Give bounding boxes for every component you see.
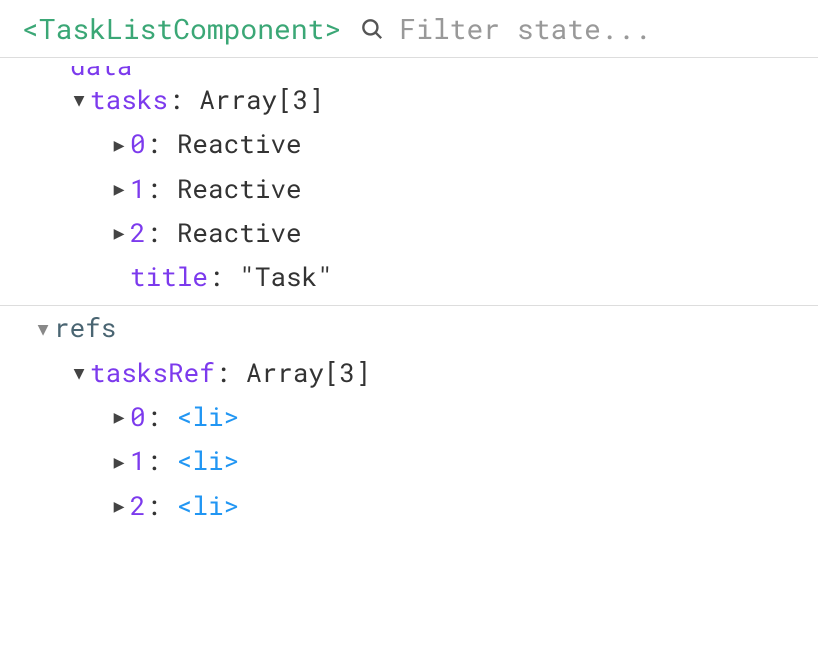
prop-key: tasksRef [90,353,215,393]
chevron-right-icon[interactable]: ▶ [108,448,130,476]
tree-row-tasks-0[interactable]: ▶ 0: Reactive [0,122,818,166]
prop-value: Reactive [177,124,302,164]
tree-row-tasksref-0[interactable]: ▶ 0: <li> [0,395,818,439]
prop-value: <li> [177,397,239,437]
tree-row-tasks-1[interactable]: ▶ 1: Reactive [0,167,818,211]
truncated-data-label: data [0,66,818,78]
prop-value: Array[3] [246,353,371,393]
tree-row-tasksref-2[interactable]: ▶ 2: <li> [0,484,818,528]
prop-value: "Task" [239,257,333,297]
chevron-right-icon[interactable]: ▶ [108,175,130,203]
chevron-down-icon[interactable]: ▼ [68,86,90,114]
prop-key: tasks [90,80,168,120]
prop-key: 0 [130,124,146,164]
state-tree: data ▼ tasks: Array[3] ▶ 0: Reactive ▶ 1… [0,58,818,649]
filter-state-input[interactable] [399,10,796,47]
prop-key: 2 [130,213,146,253]
tree-row-tasks-2[interactable]: ▶ 2: Reactive [0,211,818,255]
prop-key: title [130,257,208,297]
prop-value: Reactive [177,169,302,209]
chevron-down-icon[interactable]: ▼ [68,359,90,387]
prop-value: <li> [177,486,239,526]
tree-row-title[interactable]: ▶ title: "Task" [0,255,818,299]
devtools-state-panel: <TaskListComponent> data ▼ tasks: Array[… [0,0,818,649]
tree-row-tasksref[interactable]: ▼ tasksRef: Array[3] [0,351,818,395]
chevron-right-icon[interactable]: ▶ [108,219,130,247]
chevron-right-icon[interactable]: ▶ [108,131,130,159]
prop-key: 2 [130,486,146,526]
tree-row-tasks[interactable]: ▼ tasks: Array[3] [0,78,818,122]
prop-key: 1 [130,441,146,481]
search-icon [359,16,385,42]
prop-key: 1 [130,169,146,209]
prop-value: Reactive [177,213,302,253]
section-label: refs [54,308,116,348]
prop-key: 0 [130,397,146,437]
prop-value: <li> [177,441,239,481]
tree-row-tasksref-1[interactable]: ▶ 1: <li> [0,439,818,483]
chevron-right-icon[interactable]: ▶ [108,403,130,431]
chevron-down-icon[interactable]: ▼ [32,315,54,343]
prop-value: Array[3] [199,80,324,120]
search-wrap [359,10,796,47]
tree-section-refs[interactable]: ▼ refs [0,306,818,350]
chevron-right-icon[interactable]: ▶ [108,492,130,520]
colon: : [168,80,199,120]
component-name: <TaskListComponent> [22,10,341,47]
panel-header: <TaskListComponent> [0,0,818,58]
